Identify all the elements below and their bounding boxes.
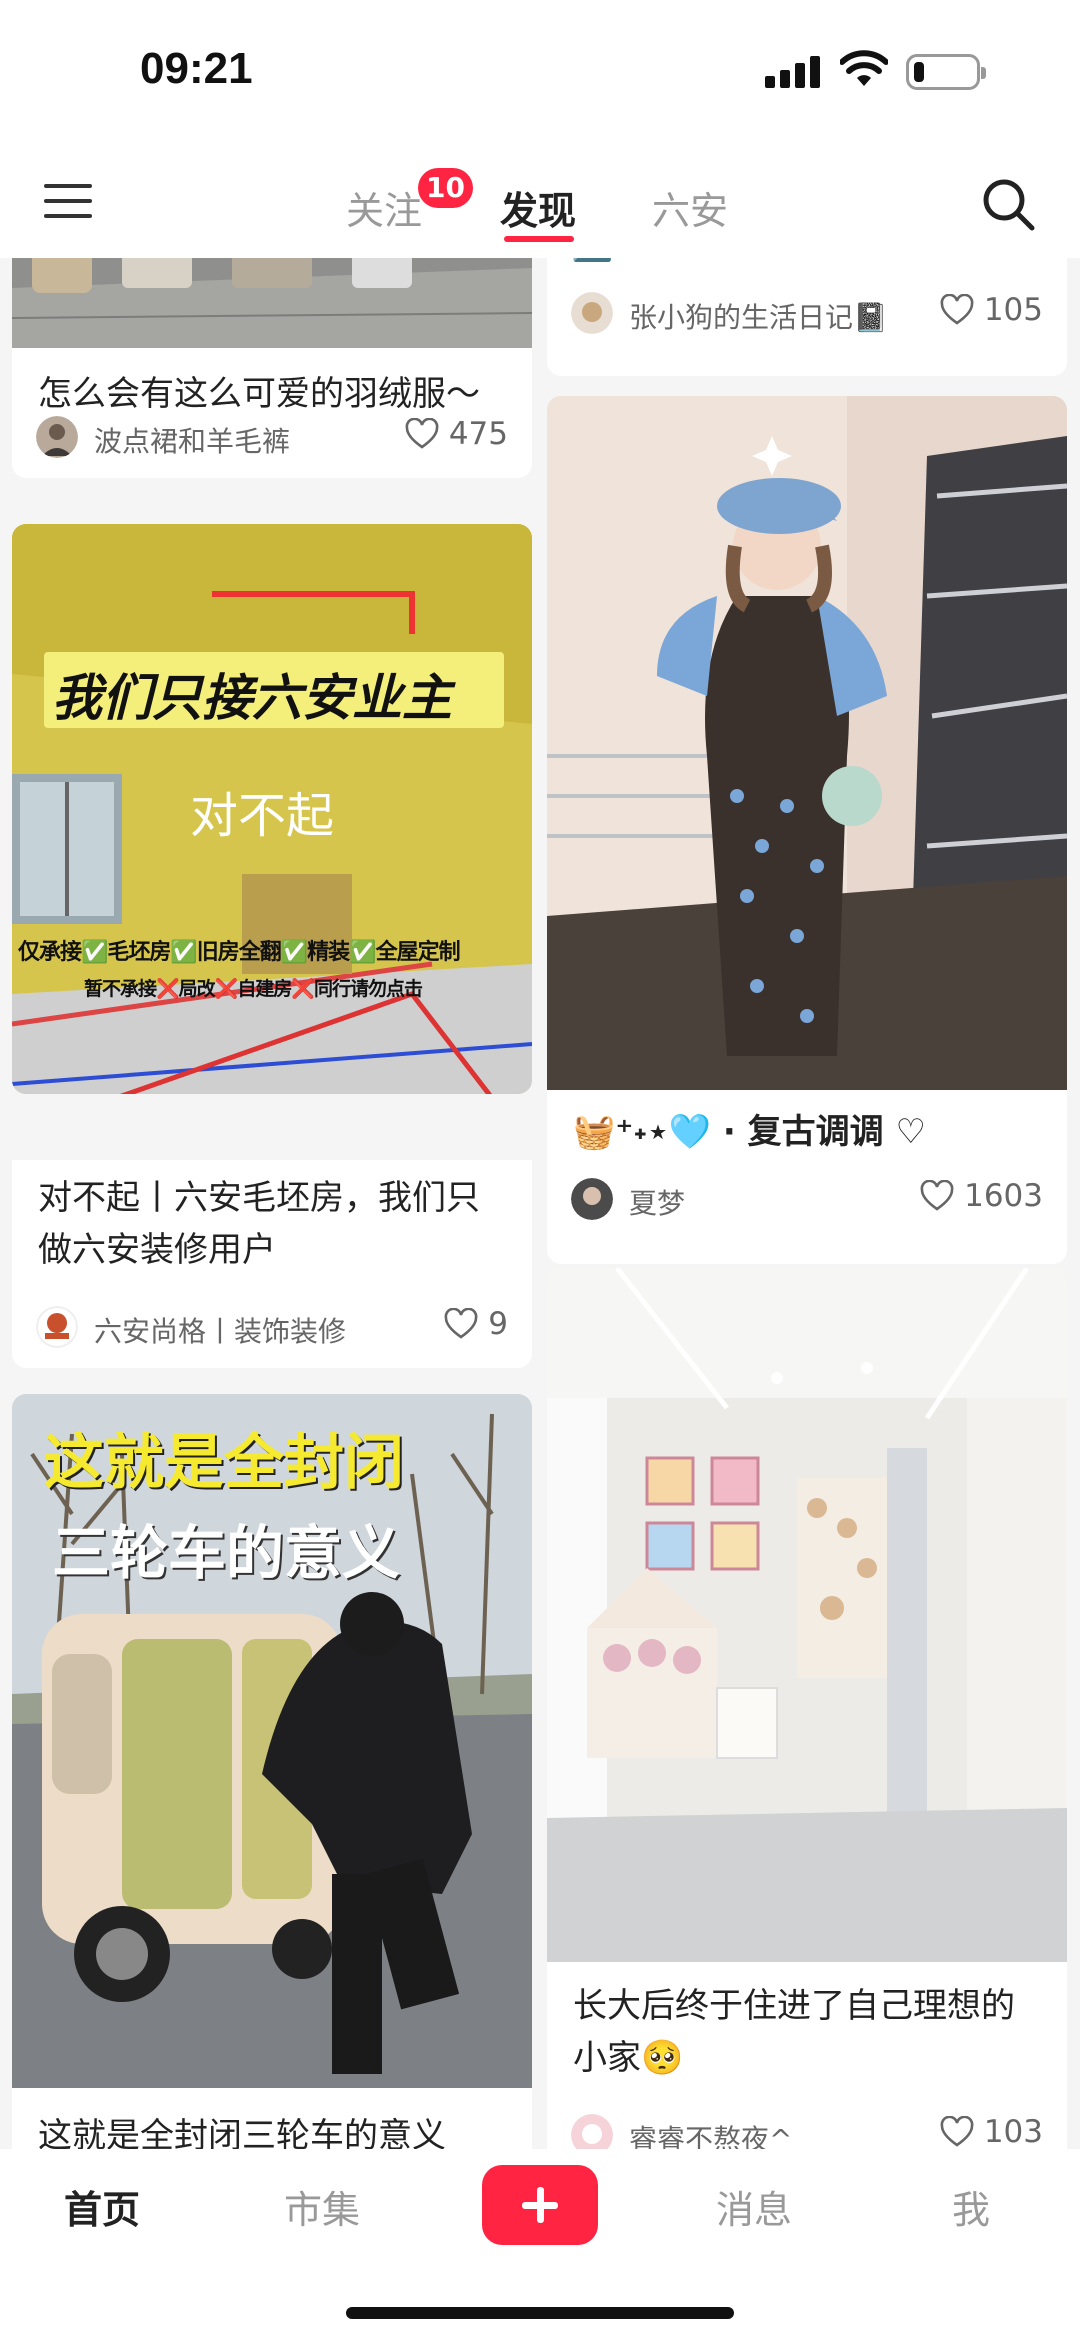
- note-cover-image: [547, 396, 1067, 1090]
- cover-line-2: 暂不承接❌局改❌自建房❌同行请勿点击: [84, 978, 423, 1000]
- note-title: 🧺⁺˖⋆🩵 · 复古调调 ♡: [573, 1112, 926, 1152]
- search-icon[interactable]: [980, 176, 1036, 232]
- battery-icon: [906, 54, 986, 90]
- note-cover-image: 我们只接六安业主 对不起 仅承接✅毛坯房✅旧房全翻✅精装✅全屋定制 暂不承接❌局…: [12, 524, 532, 1094]
- cover-banner-text: 我们只接六安业主: [52, 669, 452, 727]
- tab-home[interactable]: 首页: [64, 2179, 140, 2234]
- like-count: 105: [983, 292, 1043, 328]
- tab-market[interactable]: 市集: [284, 2179, 360, 2234]
- like-button[interactable]: 475: [405, 416, 508, 452]
- note-title: 长大后终于住进了自己理想的小家🥺: [573, 1986, 1015, 2078]
- note-cover-image: [547, 1268, 1067, 1962]
- heart-icon: [444, 1308, 478, 1339]
- author-name[interactable]: 波点裙和羊毛裤: [94, 420, 290, 460]
- note-title: 这就是全封闭三轮车的意义: [38, 2116, 446, 2149]
- note-title: 对不起丨六安毛坯房，我们只做六安装修用户: [38, 1178, 480, 1270]
- create-post-button[interactable]: [482, 2165, 598, 2245]
- author-name[interactable]: 睿睿不熬夜^: [629, 2118, 792, 2149]
- active-tab-indicator: [504, 236, 574, 242]
- like-button[interactable]: 9: [444, 1306, 508, 1342]
- note-card[interactable]: 这就是全封闭 三轮车的意义 这就是全封闭三轮车的意义: [12, 1394, 532, 2149]
- wifi-icon: [840, 50, 888, 86]
- like-count: 9: [488, 1306, 508, 1342]
- note-cover-image: [12, 258, 532, 348]
- note-meta: 六安尚格丨装饰装修 9: [36, 1302, 508, 1352]
- tab-local[interactable]: 六安: [652, 180, 728, 235]
- cover-line-1: 这就是全封闭: [44, 1428, 404, 1498]
- battery-level: [914, 62, 924, 82]
- like-count: 475: [448, 416, 508, 452]
- cover-line-2: 三轮车的意义: [52, 1519, 401, 1587]
- note-card[interactable]: 怎么会有这么可爱的羽绒服～ 波点裙和羊毛裤 475: [12, 258, 532, 478]
- heart-icon: [940, 294, 974, 325]
- tab-messages[interactable]: 消息: [716, 2179, 792, 2234]
- status-time: 09:21: [140, 44, 253, 93]
- following-badge: 10: [418, 168, 473, 208]
- note-card-ad-footer[interactable]: 对不起丨六安毛坯房，我们只做六安装修用户 六安尚格丨装饰装修 9: [12, 1160, 532, 1368]
- menu-icon[interactable]: [44, 180, 94, 222]
- author-avatar[interactable]: [571, 1178, 613, 1220]
- like-count: 103: [983, 2114, 1043, 2149]
- tab-following[interactable]: 关注: [346, 180, 422, 235]
- note-card[interactable]: 🧺⁺˖⋆🩵 · 复古调调 ♡ 夏梦 1603: [547, 396, 1067, 1264]
- heart-icon: [405, 418, 439, 449]
- note-card[interactable]: 🔟件小事 张小狗的生活日记📓 105: [547, 258, 1067, 376]
- author-name[interactable]: 六安尚格丨装饰装修: [94, 1310, 346, 1350]
- note-meta: 波点裙和羊毛裤 475: [36, 412, 508, 462]
- bottom-tab-bar: 首页 市集 消息 我: [0, 2149, 1080, 2341]
- cover-sub-text: 对不起: [190, 788, 335, 844]
- author-avatar[interactable]: [571, 292, 613, 334]
- note-card-ad[interactable]: 我们只接六安业主 对不起 仅承接✅毛坯房✅旧房全翻✅精装✅全屋定制 暂不承接❌局…: [12, 524, 532, 1094]
- tab-me[interactable]: 我: [952, 2179, 990, 2234]
- home-indicator[interactable]: [346, 2307, 734, 2319]
- author-name[interactable]: 夏梦: [629, 1182, 685, 1222]
- like-button[interactable]: 103: [940, 2114, 1043, 2149]
- tab-discover[interactable]: 发现: [500, 180, 576, 235]
- like-count: 1603: [964, 1178, 1043, 1214]
- note-meta: 张小狗的生活日记📓 105: [571, 288, 1043, 338]
- cellular-signal-icon: [765, 56, 823, 88]
- author-avatar[interactable]: [36, 1306, 78, 1348]
- status-bar: 09:21: [0, 0, 1080, 150]
- heart-icon: [920, 1180, 954, 1211]
- heart-icon: [940, 2116, 974, 2147]
- discover-feed[interactable]: 怎么会有这么可爱的羽绒服～ 波点裙和羊毛裤 475 我们只接六安业主 对不起 仅…: [0, 258, 1080, 2149]
- note-meta: 睿睿不熬夜^ 103: [571, 2110, 1043, 2149]
- like-button[interactable]: 1603: [920, 1178, 1043, 1214]
- author-avatar[interactable]: [36, 416, 78, 458]
- like-button[interactable]: 105: [940, 292, 1043, 328]
- top-nav: 关注 10 发现 六安: [0, 150, 1080, 258]
- note-title: 🔟件小事: [571, 258, 1045, 270]
- note-meta: 夏梦 1603: [571, 1174, 1043, 1224]
- author-avatar[interactable]: [571, 2114, 613, 2149]
- note-card[interactable]: 长大后终于住进了自己理想的小家🥺 睿睿不熬夜^ 103: [547, 1268, 1067, 2149]
- author-name[interactable]: 张小狗的生活日记📓: [629, 296, 888, 336]
- note-cover-image: 这就是全封闭 三轮车的意义: [12, 1394, 532, 2088]
- cover-line-1: 仅承接✅毛坯房✅旧房全翻✅精装✅全屋定制: [18, 940, 461, 965]
